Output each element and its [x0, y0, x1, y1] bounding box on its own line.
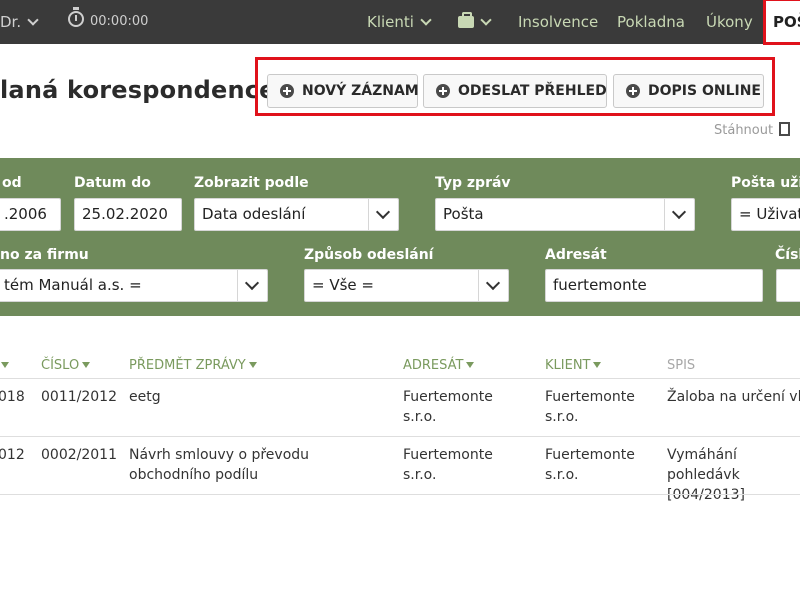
chevron-down-icon: [420, 14, 432, 26]
timer[interactable]: 00:00:00: [68, 0, 148, 44]
new-record-button[interactable]: NOVÝ ZÁZNAM: [267, 74, 419, 108]
sort-down-icon: [82, 362, 91, 368]
row-subject: eetg: [129, 389, 161, 405]
nav-item-pokladna[interactable]: Pokladna: [617, 0, 685, 44]
date-to-input[interactable]: 25.02.2020: [74, 198, 182, 231]
recipient-label: Adresát: [545, 247, 607, 263]
row-number: 0011/2012: [41, 389, 117, 405]
date-to-label: Datum do: [74, 175, 151, 191]
number-input[interactable]: [776, 269, 800, 302]
recipient-header-label: ADRESÁT: [403, 358, 464, 373]
subject-header[interactable]: PŘEDMĚT ZPRÁVY: [129, 358, 257, 373]
send-overview-button[interactable]: ODESLAT PŘEHLED: [423, 74, 607, 108]
number-header[interactable]: ČÍSLO: [41, 358, 91, 373]
date-sort-header[interactable]: [0, 358, 9, 373]
user-name: Dr.: [0, 13, 22, 31]
row-date: 018: [0, 389, 25, 405]
chevron-down-icon: [27, 14, 39, 26]
row-file: Žaloba na určení vla: [667, 389, 800, 405]
row-divider: [0, 494, 800, 495]
send-method-value: = Vše =: [312, 276, 374, 294]
briefcase-icon: [458, 12, 474, 28]
recipient-header[interactable]: ADRESÁT: [403, 358, 475, 373]
top-navigation: Dr. 00:00:00 Klienti Insolvence Pokladna…: [0, 0, 800, 44]
stopwatch-icon: [68, 7, 84, 27]
row-file: Vymáhání pohledávk [004/2013]: [667, 447, 745, 503]
client-header-label: KLIENT: [545, 358, 591, 373]
user-menu[interactable]: Dr.: [0, 0, 39, 44]
download-link[interactable]: Stáhnout: [714, 120, 791, 138]
file-header: SPIS: [667, 358, 696, 373]
plus-circle-icon: [280, 84, 294, 98]
chevron-down-icon: [368, 199, 398, 230]
nav-item-insolvence[interactable]: Insolvence: [518, 0, 598, 44]
chevron-down-icon: [237, 270, 267, 301]
send-overview-label: ODESLAT PŘEHLED: [458, 83, 607, 99]
message-type-label: Typ zpráv: [435, 175, 511, 191]
row-recipient: Fuertemonte s.r.o.: [403, 389, 493, 425]
nav-item-ukony[interactable]: Úkony: [706, 0, 753, 44]
chevron-down-icon: [480, 14, 492, 26]
nav-item-cases[interactable]: [458, 0, 492, 44]
show-by-label: Zobrazit podle: [194, 175, 309, 191]
message-type-value: Pošta: [443, 205, 484, 223]
show-by-select[interactable]: Data odeslání: [194, 198, 399, 231]
show-by-value: Data odeslání: [202, 205, 306, 223]
user-post-select[interactable]: = Uživate: [731, 198, 800, 231]
company-label: no za firmu: [0, 247, 89, 263]
nav-klienti-label: Klienti: [367, 13, 414, 31]
chevron-down-icon: [478, 270, 508, 301]
row-divider: [0, 378, 800, 379]
row-recipient: Fuertemonte s.r.o.: [403, 447, 493, 483]
page-title: laná korespondence: [0, 76, 276, 104]
row-number: 0002/2011: [41, 447, 117, 463]
plus-circle-icon: [436, 84, 450, 98]
send-method-select[interactable]: = Vše =: [304, 269, 509, 302]
filter-panel: od .2006 Datum do 25.02.2020 Zobrazit po…: [0, 158, 800, 316]
recipient-input[interactable]: fuertemonte: [545, 269, 763, 302]
company-select[interactable]: tém Manuál a.s. =: [0, 269, 268, 302]
chevron-down-icon: [664, 199, 694, 230]
subject-header-label: PŘEDMĚT ZPRÁVY: [129, 358, 246, 373]
timer-value: 00:00:00: [90, 14, 149, 29]
send-method-label: Způsob odeslání: [304, 247, 434, 263]
date-from-input[interactable]: .2006: [0, 198, 61, 231]
user-post-label: Pošta uživ: [731, 175, 800, 191]
date-from-label: od: [2, 175, 22, 191]
letter-online-label: DOPIS ONLINE: [648, 83, 761, 99]
row-client: Fuertemonte s.r.o.: [545, 447, 635, 483]
new-record-label: NOVÝ ZÁZNAM: [302, 83, 419, 99]
sort-down-icon: [248, 362, 257, 368]
nav-item-klienti[interactable]: Klienti: [367, 0, 432, 44]
row-date: 012: [0, 447, 25, 463]
row-subject: Návrh smlouvy o převodu obchodního podíl…: [129, 447, 310, 483]
company-value: tém Manuál a.s. =: [4, 276, 142, 294]
number-header-label: ČÍSLO: [41, 358, 80, 373]
client-header[interactable]: KLIENT: [545, 358, 602, 373]
sort-down-icon: [466, 362, 475, 368]
download-label: Stáhnout: [714, 123, 774, 138]
row-client: Fuertemonte s.r.o.: [545, 389, 635, 425]
number-label: Čísl: [775, 247, 800, 263]
sort-down-icon: [1, 362, 9, 368]
message-type-select[interactable]: Pošta: [435, 198, 695, 231]
sort-down-icon: [593, 362, 602, 368]
letter-online-button[interactable]: DOPIS ONLINE: [613, 74, 764, 108]
document-icon: [779, 122, 791, 136]
nav-item-posta[interactable]: POŠ: [764, 0, 800, 44]
row-divider: [0, 436, 800, 437]
plus-circle-icon: [626, 84, 640, 98]
